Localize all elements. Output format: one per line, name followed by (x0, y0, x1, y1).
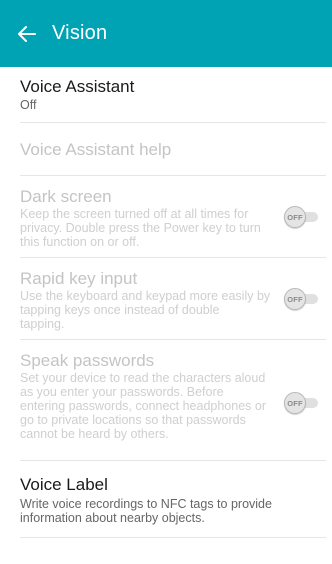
toggle-knob: OFF (284, 288, 306, 310)
setting-title: Speak passwords (20, 351, 155, 370)
speak-passwords-toggle[interactable]: OFF (284, 392, 318, 414)
toggle-knob: OFF (284, 206, 306, 228)
page-title: Vision (52, 22, 108, 44)
setting-title: Voice Label (20, 475, 108, 494)
back-button[interactable] (16, 23, 38, 45)
setting-title: Voice Assistant (20, 77, 135, 96)
setting-speak-passwords[interactable]: Speak passwords Set your device to read … (20, 340, 326, 461)
setting-description: Write voice recordings to NFC tags to pr… (20, 497, 272, 525)
setting-title: Rapid key input (20, 269, 138, 288)
setting-voice-assistant[interactable]: Voice Assistant Off (20, 67, 326, 123)
arrow-left-icon (18, 25, 36, 42)
setting-title: Dark screen (20, 187, 112, 206)
setting-dark-screen[interactable]: Dark screen Keep the screen turned off a… (20, 176, 326, 258)
setting-description: Use the keyboard and keypad more easily … (20, 289, 271, 331)
setting-voice-label[interactable]: Voice Label Write voice recordings to NF… (20, 461, 326, 538)
toggle-knob: OFF (284, 392, 306, 414)
settings-list: Voice Assistant Off Voice Assistant help… (0, 67, 332, 538)
rapid-key-input-toggle[interactable]: OFF (284, 288, 318, 310)
setting-status: Off (20, 98, 37, 112)
app-bar: Vision (0, 0, 332, 67)
setting-voice-assistant-help[interactable]: Voice Assistant help (20, 123, 326, 176)
setting-title: Voice Assistant help (20, 140, 172, 159)
setting-description: Set your device to read the characters a… (20, 371, 266, 441)
dark-screen-toggle[interactable]: OFF (284, 206, 318, 228)
setting-rapid-key-input[interactable]: Rapid key input Use the keyboard and key… (20, 258, 326, 340)
setting-description: Keep the screen turned off at all times … (20, 207, 261, 249)
